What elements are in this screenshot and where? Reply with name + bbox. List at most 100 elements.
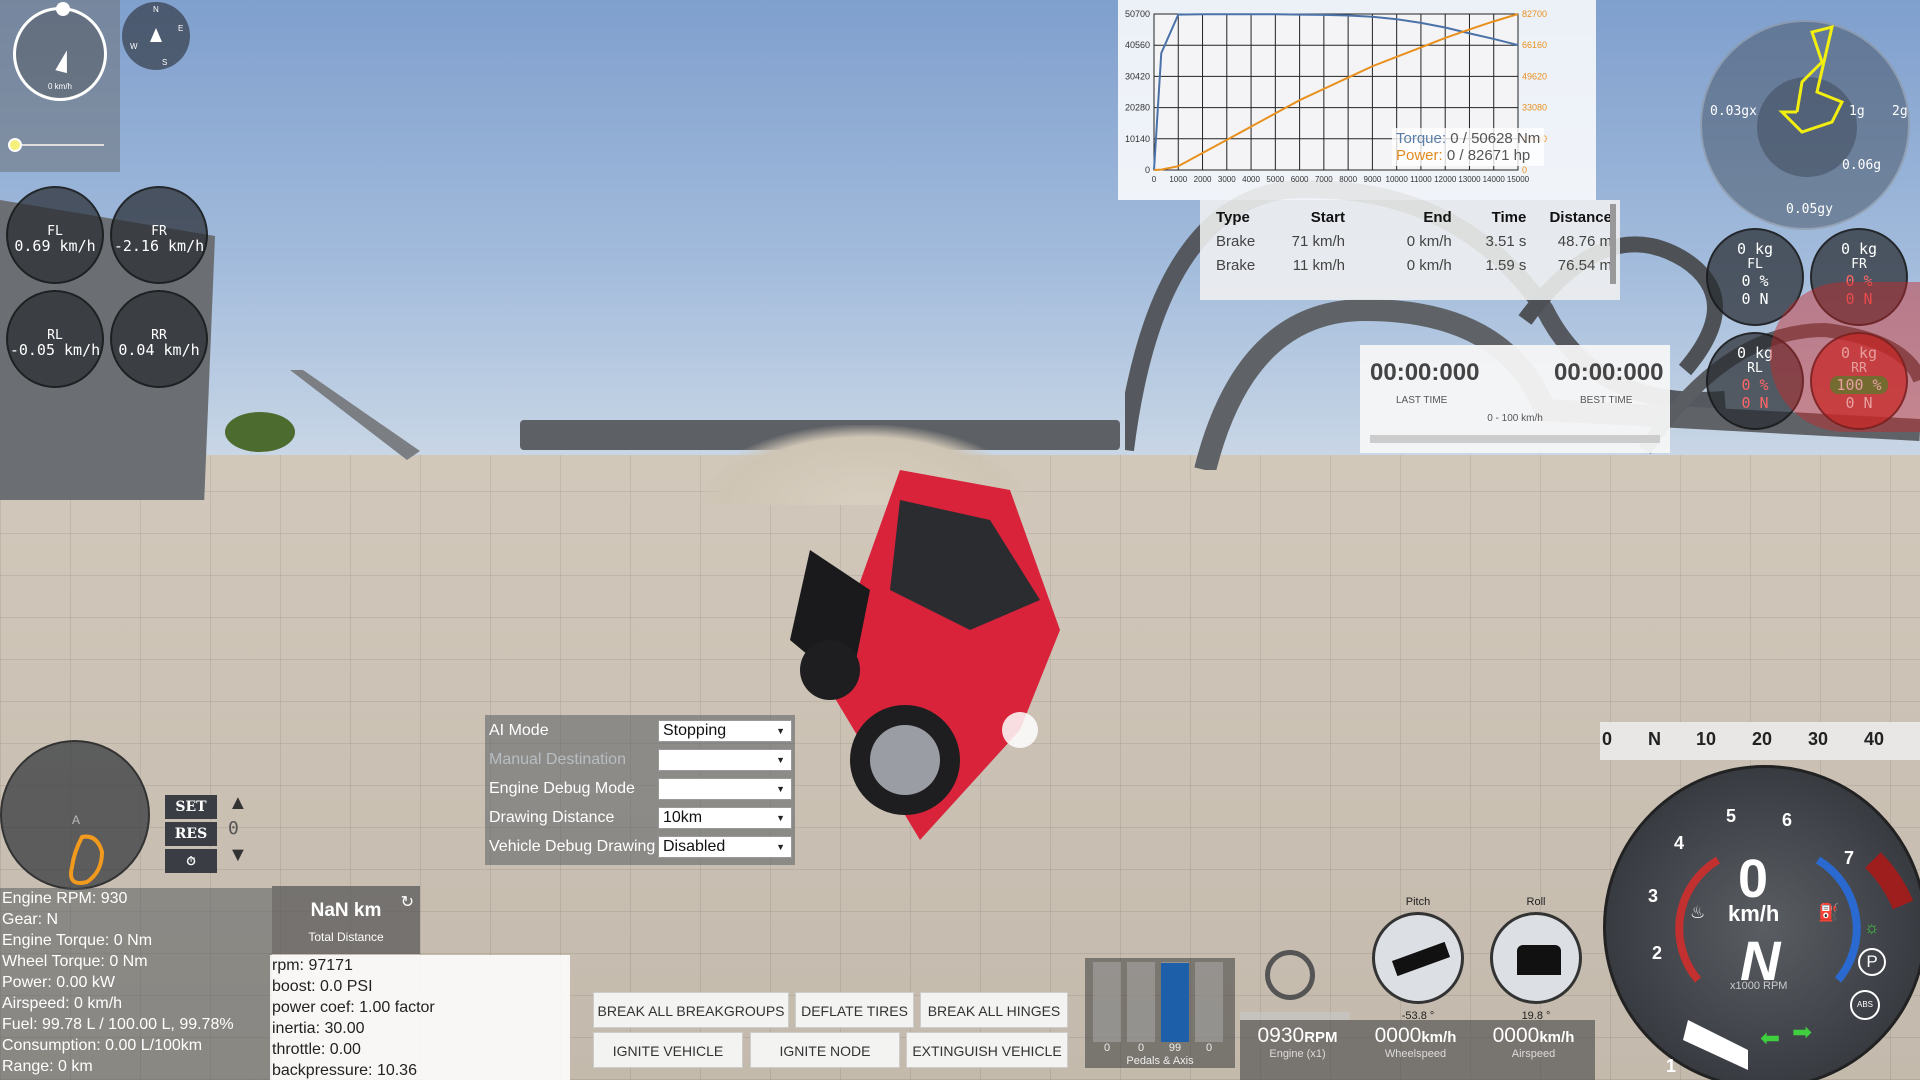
column-header: End [1423,208,1452,226]
stat-fuel: Fuel: 99.78 L / 100.00 L, 99.78% [2,1016,234,1033]
compass-east: E [178,24,184,33]
engine-backpressure-line: backpressure: 10.36 [272,1062,417,1079]
engine-inertia-line: inertia: 30.00 [272,1020,365,1037]
stat-engine-rpm: Engine RPM: 930 [2,890,128,907]
refresh-icon[interactable]: ↻ [401,892,414,912]
trip-computer: ↻ NaN km Total Distance [272,886,420,954]
stat-wheel-torque: Wheel Torque: 0 Nm [2,953,148,970]
brake-table-scrollbar[interactable] [1610,204,1616,284]
speed-panel: 0 km/h [0,0,120,172]
timer-progress-bar [1370,435,1660,443]
readout-number: 0000 [1374,1024,1422,1047]
engine-rpm-line: rpm: 97171 [272,957,353,974]
tape-label: 40 [1864,729,1885,749]
extinguish-vehicle-button[interactable]: EXTINGUISH VEHICLE [906,1032,1068,1068]
x-tick: 13000 [1458,175,1481,184]
break-all-hinges-button[interactable]: BREAK ALL HINGES [920,992,1068,1028]
x-tick: 4000 [1242,175,1260,184]
brake-table: Type Start End Time Distance Brake 71 km… [1208,205,1620,277]
pedals-axis: 0 0 99 0 Pedals & Axis [1085,958,1235,1068]
vehicle-car[interactable] [790,470,1090,850]
speed-slider-handle[interactable] [8,138,22,152]
table-cell: Brake [1216,256,1256,274]
engine-throttle-line: throttle: 0.00 [272,1041,361,1058]
deflate-tires-button[interactable]: DEFLATE TIRES [795,992,914,1028]
ai-mode-select[interactable]: Stopping [658,720,792,742]
wheel-speed-fr: FR -2.16 km/h [110,186,208,284]
table-cell: Brake [1216,232,1256,250]
cruise-up-icon[interactable]: ▲ [228,792,252,818]
acceleration-timer: 00:00:000 LAST TIME 00:00:000 BEST TIME … [1360,345,1670,453]
engine-debug-mode-select[interactable] [658,778,792,800]
pedal-value: 99 [1168,1042,1182,1054]
table-row: Brake 11 km/h 0 km/h 1.59 s 76.54 m [1208,253,1620,277]
cruise-down-icon[interactable]: ▼ [228,844,252,867]
speed-slider-track[interactable] [14,144,104,146]
readout-label: Airspeed [1511,1048,1556,1060]
svg-text:A: A [72,813,80,827]
table-cell: 1.59 s [1485,256,1527,274]
g-force-2g: 2g [1892,104,1908,119]
column-header: Time [1491,208,1527,226]
x-tick: 0 [1152,175,1157,184]
manual-destination-select[interactable] [658,749,792,771]
tachometer: 1 2 3 4 5 6 7 0 km/h N x1000 RPM ♨ ⛽ ☼ P… [1603,765,1920,1080]
cruise-set-button[interactable]: SET [165,795,217,819]
g-force-inner: 0.06g [1842,158,1882,173]
break-all-breakgroups-button[interactable]: BREAK ALL BREAKGROUPS [593,992,789,1028]
speed-dial-label: 0 km/h [47,82,72,91]
speed-dial-needle [55,48,73,74]
tacho-rpm-label: x1000 RPM [1730,980,1788,992]
minimap[interactable]: A [0,740,150,890]
x-tick: 14000 [1483,175,1506,184]
pedal-bar [1093,962,1121,1042]
x-tick: 6000 [1291,175,1309,184]
column-header: Distance [1549,208,1612,226]
cruise-speedometer-icon[interactable]: ⏱ [165,849,217,873]
engine-debug-mode-label: Engine Debug Mode [489,780,635,797]
cruise-res-button[interactable]: RES [165,822,217,846]
engine-boost-line: boost: 0.0 PSI [272,978,373,995]
cruise-control: SET RES ⏱ [165,795,217,875]
headlight-icon: ☼ [1864,918,1880,937]
pedal-value: 0 [1103,1042,1111,1054]
vehicle-debug-drawing-select[interactable]: Disabled [658,836,792,858]
table-cell: 3.51 s [1485,232,1527,250]
engine-power-coef-line: power coef: 1.00 factor [272,999,435,1016]
wheel-speed-value: -2.16 km/h [113,237,205,255]
x-tick: 12000 [1434,175,1457,184]
stat-gear: Gear: N [2,911,59,928]
tire-percent: 0 % [1741,272,1769,290]
y-tick-left: 30420 [1125,71,1150,81]
tacho-tick: 6 [1782,810,1793,830]
pitch-indicator [1372,912,1464,1004]
x-tick: 9000 [1364,175,1382,184]
abs-icon: ABS [1850,990,1880,1020]
y-tick-right: 66160 [1522,40,1547,50]
manual-destination-label: Manual Destination [489,751,626,768]
g-force-gy: 0.05gy [1786,202,1833,217]
tape-label: 30 [1808,729,1829,749]
y-tick-right: 0 [1522,165,1527,175]
tape-label: 10 [1696,729,1717,749]
ignite-vehicle-button[interactable]: IGNITE VEHICLE [593,1032,743,1068]
ai-row-vehicle-debug: Vehicle Debug Drawing Disabled [485,833,795,862]
fuel-pump-icon: ⛽ [1818,903,1840,922]
ai-row-drawing-distance: Drawing Distance 10km [485,804,795,833]
tire-name: FR [1851,257,1867,272]
readout-engine: 0930RPM Engine (x1) [1240,1024,1355,1060]
ignite-node-button[interactable]: IGNITE NODE [750,1032,900,1068]
readout-unit: RPM [1304,1029,1338,1046]
readout-wheelspeed: 0000km/h Wheelspeed [1358,1024,1473,1060]
tacho-unit: km/h [1728,901,1780,926]
legend-torque-label: Torque: [1396,130,1447,147]
compass-north: N [153,5,159,14]
table-header-row: Type Start End Time Distance [1208,205,1620,229]
column-header: Type [1216,208,1250,226]
readout-airspeed: 0000km/h Airspeed [1476,1024,1591,1060]
drawing-distance-select[interactable]: 10km [658,807,792,829]
g-force-trace [1778,24,1845,134]
compass-arrow-icon [150,28,162,42]
g-force-meter: 0.03gx 2g 1g 0.06g 0.05gy [1700,20,1910,230]
g-force-1g: 1g [1849,104,1865,119]
